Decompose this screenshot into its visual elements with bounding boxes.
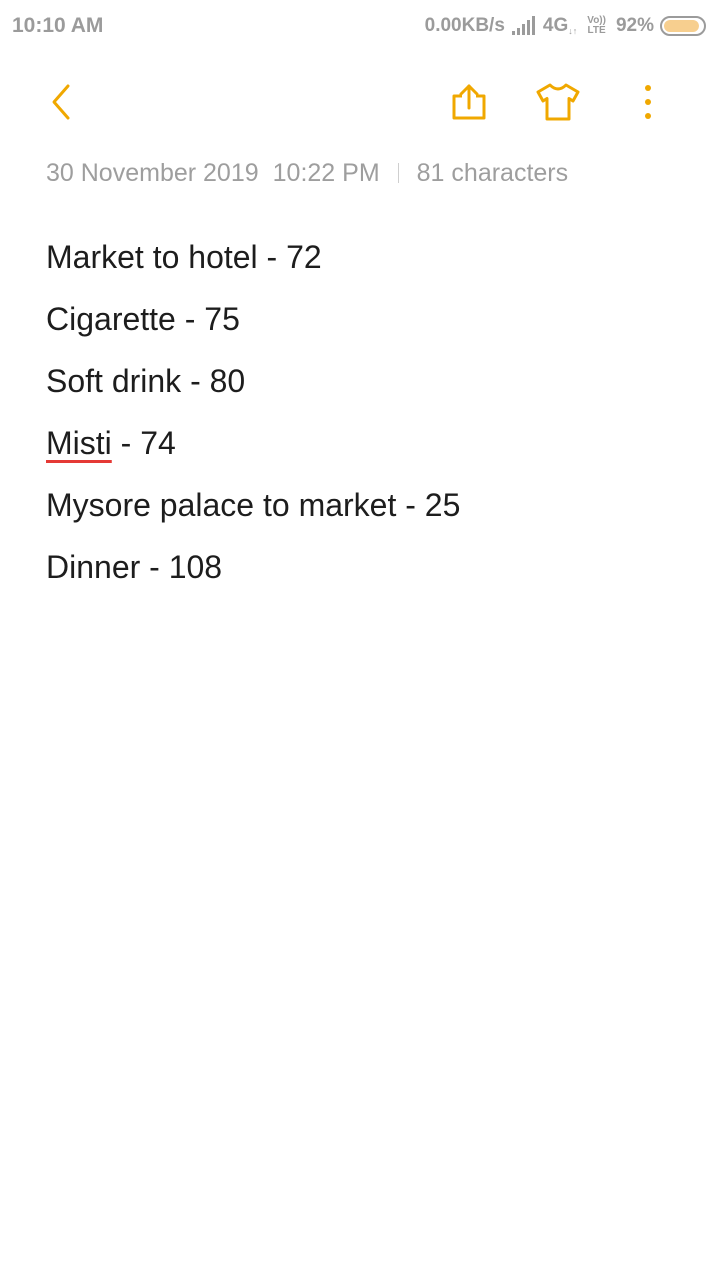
character-count: 81 characters [416, 158, 569, 187]
meta-divider [397, 163, 399, 183]
note-line[interactable]: Dinner - 108 [46, 542, 686, 604]
share-button[interactable] [438, 72, 498, 132]
network-activity-icon: ↓↑ [568, 26, 578, 36]
share-icon [452, 84, 486, 120]
note-line[interactable]: Misti - 74 [46, 418, 686, 480]
note-date: 30 November 2019 [46, 158, 259, 187]
note-line[interactable]: Market to hotel - 72 [46, 232, 686, 294]
note-line-text: Mysore palace to market - 25 [46, 487, 461, 523]
note-line[interactable]: Mysore palace to market - 25 [46, 480, 686, 542]
note-content[interactable]: Market to hotel - 72 Cigarette - 75 Soft… [46, 232, 686, 604]
signal-icon [511, 16, 535, 35]
note-toolbar [0, 72, 720, 132]
note-line-text: Market to hotel - 72 [46, 239, 322, 275]
volte-bottom-label: LTE [587, 25, 606, 36]
network-type: 4G [542, 15, 569, 36]
tshirt-icon [536, 83, 580, 121]
back-button[interactable] [33, 72, 93, 132]
note-line[interactable]: Soft drink - 80 [46, 356, 686, 418]
note-line-text: - 74 [111, 425, 176, 461]
status-indicators: 0.00KB/s 4G ↓↑ Vo)) LTE 92% [425, 12, 708, 40]
status-time: 10:10 AM [12, 14, 104, 37]
battery-percent: 92% [615, 15, 654, 36]
note-line-text: Dinner - 108 [46, 549, 223, 585]
note-line[interactable]: Cigarette - 75 [46, 294, 686, 356]
back-icon [52, 84, 70, 120]
note-line-text: Soft drink - 80 [46, 363, 246, 399]
more-icon [645, 85, 651, 119]
network-speed: 0.00KB/s [424, 15, 505, 36]
note-line-text: Cigarette - 75 [46, 301, 240, 337]
misspelled-word[interactable]: Misti [46, 425, 112, 461]
battery-icon [660, 16, 706, 36]
status-bar: 10:10 AM 0.00KB/s 4G ↓↑ Vo)) LTE 92% [0, 0, 720, 52]
note-time: 10:22 PM [272, 158, 380, 187]
more-options-button[interactable] [618, 72, 678, 132]
note-meta: 30 November 2019 10:22 PM 81 characters [46, 156, 568, 190]
volte-icon: Vo)) LTE [587, 16, 606, 36]
theme-button[interactable] [528, 72, 588, 132]
